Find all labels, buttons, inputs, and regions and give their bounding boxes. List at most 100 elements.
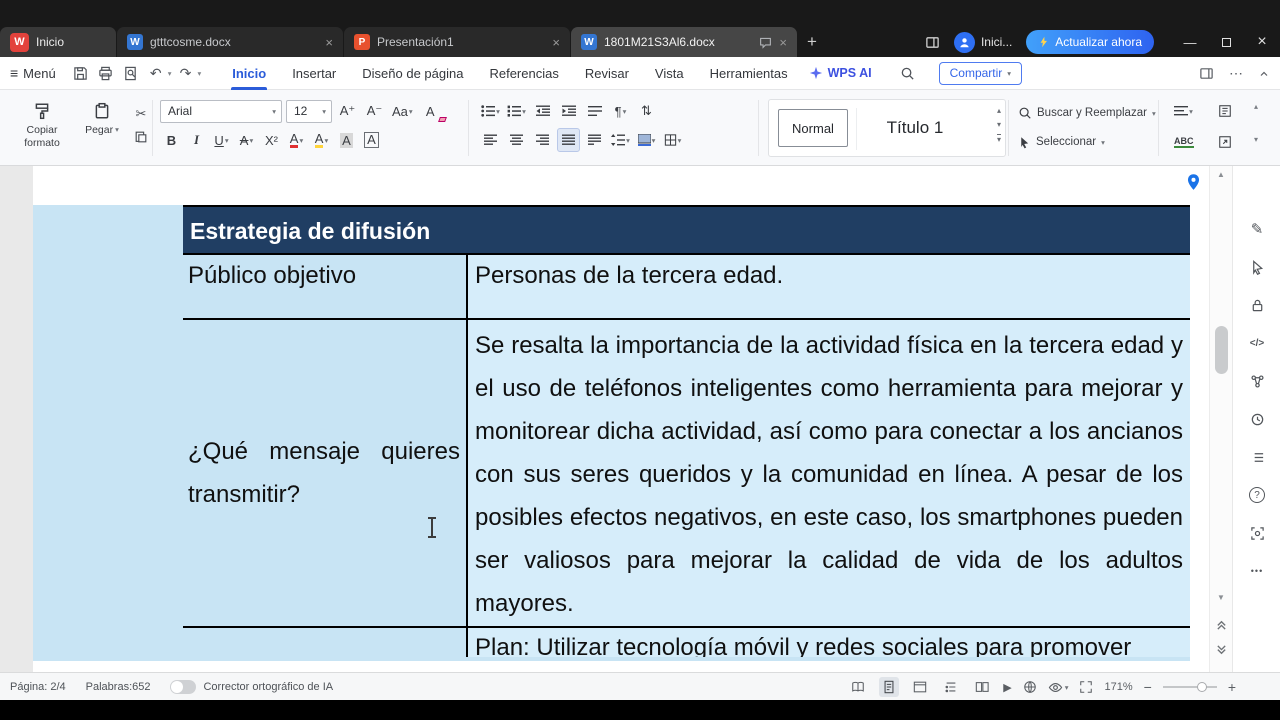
undo-icon[interactable]: ↶	[145, 62, 167, 84]
paragraph-mark-button[interactable]: ¶ ▾	[609, 99, 632, 123]
save-icon[interactable]	[70, 62, 92, 84]
table-cell-label[interactable]	[183, 628, 468, 657]
previous-page-icon[interactable]	[1210, 619, 1232, 630]
print-preview-icon[interactable]	[120, 62, 142, 84]
reading-view-icon[interactable]	[848, 677, 868, 697]
table-cell-content[interactable]: Personas de la tercera edad.	[468, 255, 1190, 318]
styles-more-icon[interactable]: ▾	[996, 134, 1001, 144]
select-tool-icon[interactable]	[1233, 248, 1280, 286]
scrollbar-thumb[interactable]	[1215, 326, 1228, 374]
font-size-combo[interactable]: 12 ▾	[286, 99, 332, 123]
location-pin-icon[interactable]	[1185, 173, 1202, 193]
print-icon[interactable]	[95, 62, 117, 84]
style-normal[interactable]: Normal	[778, 109, 848, 147]
copy-icon[interactable]	[134, 130, 148, 144]
shrink-font-button[interactable]: A⁻	[363, 99, 386, 123]
menu-tab-referencias[interactable]: Referencias	[476, 57, 571, 90]
more-tools-icon[interactable]: •••	[1233, 552, 1280, 590]
align-right-button[interactable]	[531, 128, 554, 152]
ribbon-scroll-down-icon[interactable]: ▾	[1254, 135, 1258, 144]
presentation-play-icon[interactable]: ▶	[1003, 681, 1011, 694]
vertical-scrollbar[interactable]: ▲ ▼	[1209, 166, 1232, 672]
zoom-slider-knob[interactable]	[1196, 682, 1207, 692]
edit-pen-icon[interactable]: ✎	[1233, 210, 1280, 248]
shading-color-button[interactable]: ▾	[635, 128, 658, 152]
maximize-button[interactable]	[1208, 27, 1244, 57]
close-tab-icon[interactable]: ×	[325, 35, 333, 50]
task-pane-icon[interactable]	[1199, 66, 1214, 81]
next-page-icon[interactable]	[1210, 645, 1232, 656]
table-cell-label[interactable]: ¿Qué mensaje quieres transmitir?	[183, 320, 468, 626]
tab-comment-icon[interactable]	[759, 36, 772, 49]
strikethrough-button[interactable]: A ▾	[235, 128, 258, 152]
new-tab-button[interactable]: +	[797, 27, 827, 57]
zoom-slider[interactable]	[1162, 682, 1217, 692]
borders-button[interactable]: ▾	[661, 128, 684, 152]
collapse-ribbon-icon[interactable]	[1258, 68, 1270, 80]
update-now-button[interactable]: Actualizar ahora	[1026, 30, 1154, 54]
document-tab-3-active[interactable]: W 1801M21S3Al6.docx ×	[571, 27, 797, 57]
find-replace-button[interactable]: Buscar y Reemplazar ▾	[1018, 101, 1156, 125]
undo-caret-icon[interactable]: ▾	[168, 69, 172, 78]
redo-icon[interactable]: ↷	[174, 62, 196, 84]
menu-tab-vista[interactable]: Vista	[642, 57, 697, 90]
change-case-button[interactable]: Aa ▾	[390, 99, 415, 123]
toggle-switch[interactable]	[170, 679, 197, 694]
table-cell-content[interactable]: Plan: Utilizar tecnología móvil y redes …	[468, 628, 1190, 657]
increase-indent-button[interactable]	[557, 99, 580, 123]
cut-icon[interactable]: ✂	[136, 106, 147, 122]
char-border-button[interactable]: A	[360, 128, 383, 152]
zoom-level[interactable]: 171%	[1104, 681, 1132, 693]
table-cell-label[interactable]: Público objetivo	[183, 255, 468, 318]
format-painter-button[interactable]: Copiar formato	[14, 95, 70, 159]
clear-format-button[interactable]: A	[419, 99, 447, 123]
window-layout-icon[interactable]	[925, 35, 940, 50]
align-center-button[interactable]	[505, 128, 528, 152]
more-options-icon[interactable]: ⋯	[1229, 65, 1243, 82]
font-color-button[interactable]: A ▾	[285, 128, 308, 152]
table-cell-content[interactable]: Se resalta la importancia de la activida…	[468, 320, 1190, 626]
align-left-button[interactable]	[479, 128, 502, 152]
spell-check-button[interactable]: ABC	[1172, 130, 1196, 154]
wps-ai-button[interactable]: WPS AI	[809, 66, 872, 80]
share-button[interactable]: Compartir ▾	[938, 61, 1023, 85]
share-nodes-icon[interactable]	[1233, 362, 1280, 400]
screen-capture-icon[interactable]	[1233, 514, 1280, 552]
document-tab-2[interactable]: P Presentación1 ×	[344, 27, 570, 57]
scroll-down-icon[interactable]: ▼	[1210, 593, 1232, 602]
menu-tab-diseno[interactable]: Diseño de página	[349, 57, 476, 90]
text-direction-button[interactable]: ▾	[1172, 99, 1195, 123]
outline-view-icon[interactable]	[941, 677, 961, 697]
menu-tab-insertar[interactable]: Insertar	[279, 57, 349, 90]
fit-page-icon[interactable]	[1079, 680, 1093, 694]
menu-tab-herramientas[interactable]: Herramientas	[697, 57, 801, 90]
font-name-combo[interactable]: Arial ▾	[160, 99, 282, 123]
multipage-view-icon[interactable]	[972, 677, 992, 697]
outline-list-icon[interactable]	[1233, 438, 1280, 476]
menu-tab-revisar[interactable]: Revisar	[572, 57, 642, 90]
paste-button[interactable]: Pegar ▾	[80, 95, 124, 159]
profile-button[interactable]: Inici...	[953, 31, 1012, 53]
distribute-button[interactable]	[583, 128, 606, 152]
web-layout-icon[interactable]	[910, 677, 930, 697]
close-tab-icon[interactable]: ×	[552, 35, 560, 50]
word-count[interactable]: Palabras:652	[86, 681, 151, 693]
help-icon[interactable]: ?	[1233, 476, 1280, 514]
page-setup-button[interactable]	[1213, 99, 1236, 123]
superscript-button[interactable]: X²	[260, 128, 283, 152]
source-code-icon[interactable]: </>	[1233, 324, 1280, 362]
main-menu-button[interactable]: ≡ Menú	[10, 65, 56, 81]
page-indicator[interactable]: Página: 2/4	[10, 681, 66, 693]
numbering-button[interactable]: ▾	[505, 99, 528, 123]
highlight-button[interactable]: A ▾	[310, 128, 333, 152]
char-shading-button[interactable]: A	[335, 128, 358, 152]
home-tab[interactable]: W Inicio	[0, 27, 116, 57]
document-tab-1[interactable]: W gtttcosme.docx ×	[117, 27, 343, 57]
print-layout-icon[interactable]	[879, 677, 900, 697]
ribbon-scroll-up-icon[interactable]: ▴	[1254, 102, 1258, 111]
redo-caret-icon[interactable]: ▾	[197, 69, 201, 78]
justify-button[interactable]	[557, 128, 580, 152]
line-numbers-button[interactable]	[583, 99, 606, 123]
line-spacing-button[interactable]: ▾	[609, 128, 632, 152]
export-button[interactable]	[1214, 130, 1237, 154]
